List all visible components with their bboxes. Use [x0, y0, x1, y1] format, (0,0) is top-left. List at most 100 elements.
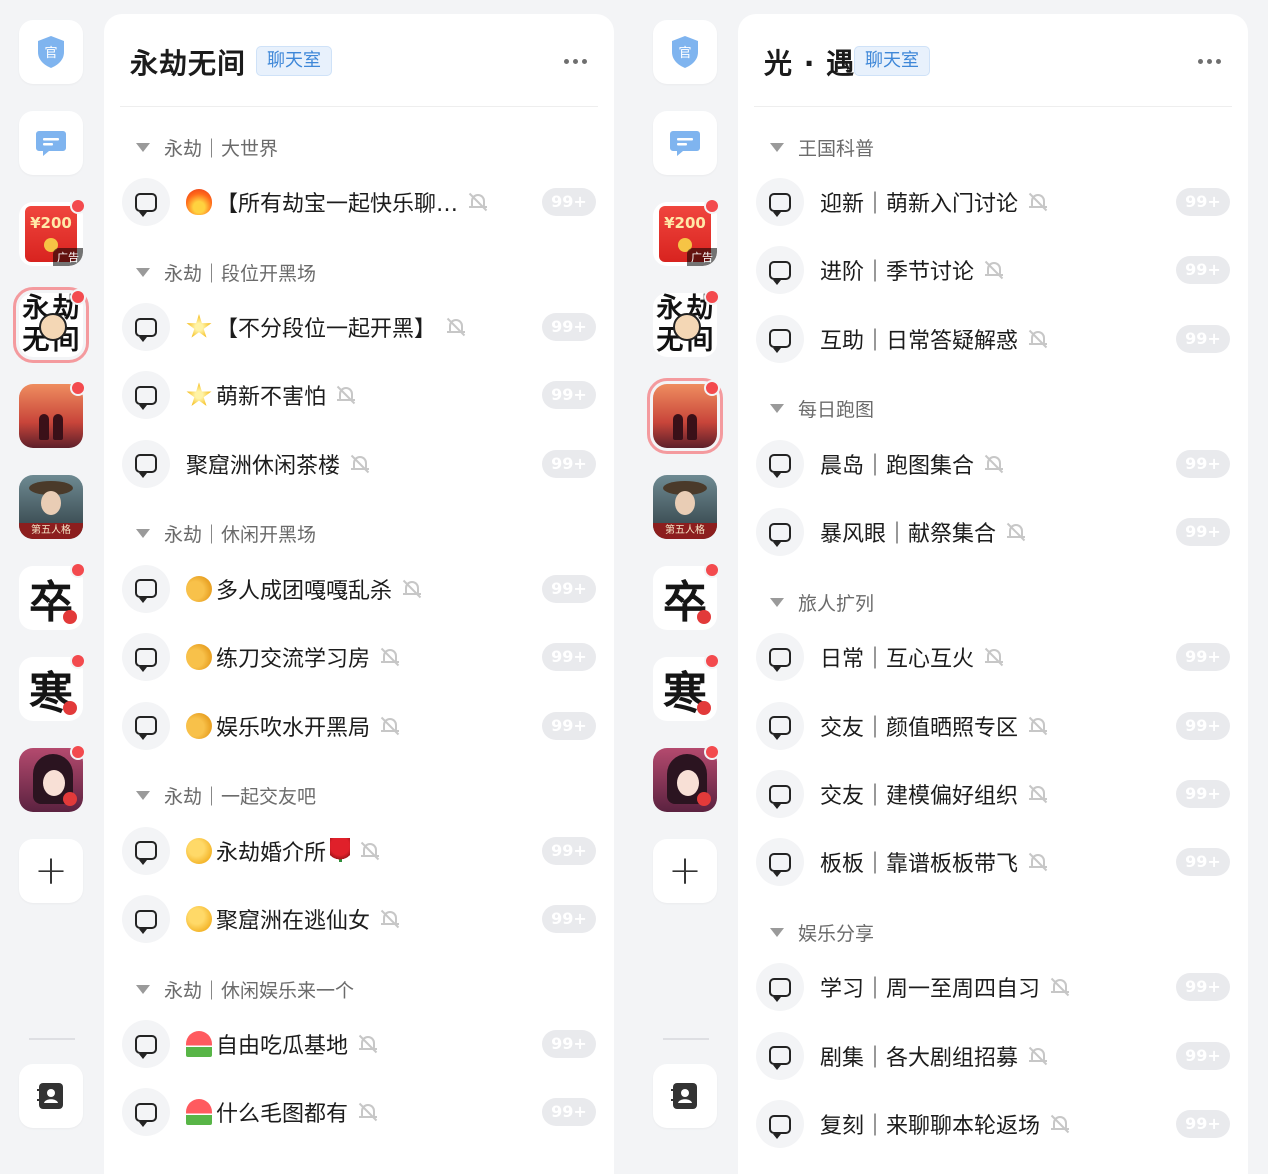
channel-row[interactable]: 【不分段位一起开黑】 99+	[122, 303, 596, 351]
muted-bell-icon[interactable]	[984, 454, 1004, 474]
category-header[interactable]: 永劫｜一起交友吧	[136, 782, 316, 810]
official-button[interactable]: 官	[19, 20, 83, 84]
add-server-button[interactable]: +	[19, 839, 83, 903]
server-ink-1[interactable]: 卒	[19, 562, 86, 630]
channel-row[interactable]: 学习｜周一至周四自习 99+	[756, 963, 1230, 1012]
muted-bell-icon[interactable]	[350, 454, 370, 474]
channel-row[interactable]: 交友｜建模偏好组织 99+	[756, 770, 1230, 818]
muted-bell-icon[interactable]	[336, 385, 356, 405]
server-sky[interactable]	[647, 378, 723, 454]
channel-name-text: 互助｜日常答疑解惑	[820, 328, 1019, 354]
channel-row[interactable]: 聚窟洲在逃仙女 99+	[122, 895, 596, 943]
muted-bell-icon[interactable]	[1050, 1114, 1070, 1134]
ad-red-packet[interactable]: ¥200 广告	[653, 198, 720, 266]
server-onmyoji[interactable]	[19, 744, 86, 812]
muted-bell-icon[interactable]	[1028, 1046, 1048, 1066]
channel-row[interactable]: 交友｜颜值晒照专区 99+	[756, 701, 1230, 750]
muted-bell-icon[interactable]	[1028, 784, 1048, 804]
ad-red-packet[interactable]: ¥200 广告	[19, 198, 86, 266]
channel-row[interactable]: 什么毛图都有 99+	[122, 1088, 596, 1137]
chat-bubble-icon	[36, 131, 66, 156]
more-button[interactable]	[560, 46, 590, 76]
unread-dot	[704, 380, 720, 396]
category-header[interactable]: 每日跑图	[770, 395, 874, 423]
official-button[interactable]: 官	[653, 20, 717, 84]
muted-bell-icon[interactable]	[984, 260, 1004, 280]
muted-bell-icon[interactable]	[984, 647, 1004, 667]
channel-name: 聚窟洲在逃仙女	[186, 903, 400, 935]
muted-bell-icon[interactable]	[402, 579, 422, 599]
ad-label: 广告	[687, 248, 717, 266]
channel-row[interactable]: 迎新｜萌新入门讨论 99+	[756, 178, 1230, 226]
muted-bell-icon[interactable]	[468, 192, 488, 212]
server-ink-1[interactable]: 卒	[653, 562, 720, 630]
muted-bell-icon[interactable]	[358, 1034, 378, 1054]
server-onmyoji[interactable]	[653, 744, 720, 812]
channel-name-text: 迎新｜萌新入门讨论	[820, 192, 1019, 217]
channel-row[interactable]: 娱乐吹水开黑局 99+	[122, 701, 596, 750]
server-yongjie[interactable]: 永 劫 无 间	[13, 287, 89, 363]
more-button[interactable]	[1194, 46, 1224, 76]
unread-count-badge: 99+	[542, 643, 596, 672]
channel-name-text: 多人成团嘎嘎乱杀	[216, 578, 393, 604]
server-title: 光 · 遇	[764, 47, 856, 80]
muted-bell-icon[interactable]	[358, 1102, 378, 1122]
category-header[interactable]: 永劫｜休闲开黑场	[136, 520, 316, 548]
category-header[interactable]: 王国科普	[770, 133, 874, 161]
channel-row[interactable]: 【所有劫宝一起快乐聊… 99+	[122, 178, 596, 226]
channel-row[interactable]: 互助｜日常答疑解惑 99+	[756, 314, 1230, 363]
channel-row[interactable]: 复刻｜来聊聊本轮返场 99+	[756, 1100, 1230, 1149]
server-identity-v[interactable]: 第五人格	[653, 475, 717, 539]
server-sky[interactable]	[19, 380, 86, 448]
muted-bell-icon[interactable]	[446, 317, 466, 337]
chat-bubble-icon	[769, 260, 791, 285]
muted-bell-icon[interactable]	[1028, 852, 1048, 872]
channel-icon	[122, 564, 170, 613]
caret-down-icon	[136, 142, 150, 152]
channel-row[interactable]: 进阶｜季节讨论 99+	[756, 246, 1230, 295]
server-yongjie[interactable]: 永 劫 无 间	[653, 289, 720, 357]
channel-row[interactable]: 日常｜互心互火 99+	[756, 633, 1230, 682]
contacts-button[interactable]	[653, 1064, 717, 1128]
category-header[interactable]: 永劫｜大世界	[136, 133, 278, 161]
category-header[interactable]: 永劫｜休闲娱乐来一个	[136, 975, 354, 1003]
muted-bell-icon[interactable]	[1050, 977, 1070, 997]
unread-count-badge: 99+	[1176, 973, 1230, 1002]
messages-button[interactable]	[19, 111, 83, 175]
muted-bell-icon[interactable]	[360, 841, 380, 861]
channel-row[interactable]: 多人成团嘎嘎乱杀 99+	[122, 564, 596, 613]
category-label: 每日跑图	[798, 399, 875, 422]
category-header[interactable]: 旅人扩列	[770, 588, 874, 616]
channel-row[interactable]: 板板｜靠谱板板带飞 99+	[756, 838, 1230, 887]
channel-row[interactable]: 永劫婚介所 99+	[122, 826, 596, 875]
category-header[interactable]: 永劫｜段位开黑场	[136, 258, 316, 286]
server-ink-2[interactable]: 寒	[653, 653, 720, 721]
muted-bell-icon[interactable]	[380, 647, 400, 667]
muted-bell-icon[interactable]	[1028, 329, 1048, 349]
seal-icon	[63, 701, 77, 715]
channel-row[interactable]: 暴风眼｜献祭集合 99+	[756, 508, 1230, 557]
channel-row[interactable]: 自由吃瓜基地 99+	[122, 1020, 596, 1068]
official-text: 官	[678, 45, 691, 61]
channel-row[interactable]: 萌新不害怕 99+	[122, 371, 596, 420]
chat-bubble-icon	[769, 716, 791, 741]
category-header[interactable]: 娱乐分享	[770, 918, 874, 946]
shield-icon: 官	[672, 36, 698, 68]
server-ink-2[interactable]: 寒	[19, 653, 86, 721]
channel-row[interactable]: 练刀交流学习房 99+	[122, 633, 596, 682]
unread-count-badge: 99+	[542, 711, 596, 740]
add-server-button[interactable]: +	[653, 839, 717, 903]
channel-row[interactable]: 晨岛｜跑图集合 99+	[756, 439, 1230, 488]
muted-bell-icon[interactable]	[1006, 522, 1026, 542]
messages-button[interactable]	[653, 111, 717, 175]
muted-bell-icon[interactable]	[1028, 716, 1048, 736]
server-identity-v[interactable]: 第五人格	[19, 475, 83, 539]
contacts-button[interactable]	[19, 1064, 83, 1128]
muted-bell-icon[interactable]	[1028, 192, 1048, 212]
muted-bell-icon[interactable]	[380, 909, 400, 929]
chat-bubble-icon	[769, 1114, 791, 1139]
channel-row[interactable]: 剧集｜各大剧组招募 99+	[756, 1031, 1230, 1080]
muted-bell-icon[interactable]	[380, 716, 400, 736]
channel-name: 剧集｜各大剧组招募	[820, 1040, 1048, 1072]
channel-row[interactable]: 聚窟洲休闲茶楼 99+	[122, 439, 596, 488]
